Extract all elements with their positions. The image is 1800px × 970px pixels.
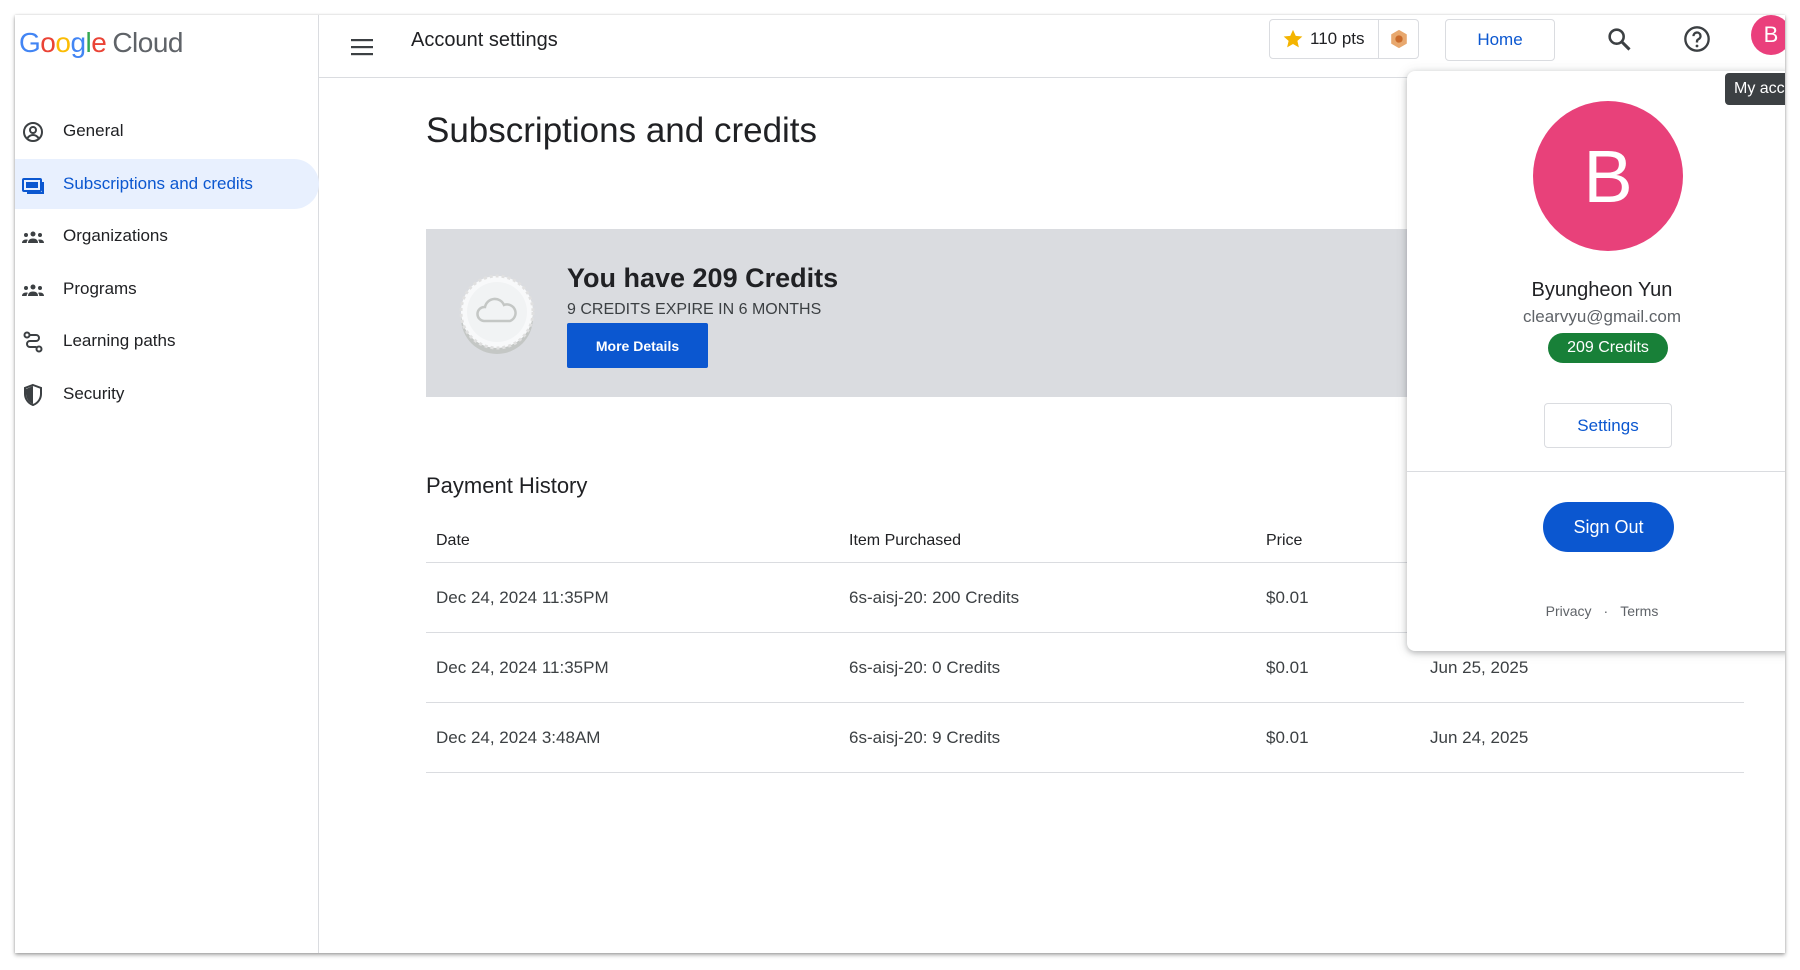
table-row: Dec 24, 2024 3:48AM 6s-aisj-20: 9 Credit… — [426, 703, 1744, 773]
sidebar-item-learning-paths[interactable]: Learning paths — [15, 316, 319, 366]
account-avatar-button[interactable]: B — [1751, 15, 1785, 55]
cell-price: $0.01 — [1266, 587, 1309, 607]
star-icon — [1283, 29, 1303, 48]
sidebar-item-label: Security — [63, 383, 125, 403]
column-header-item: Item Purchased — [849, 531, 962, 549]
column-header-price: Price — [1266, 531, 1303, 549]
hamburger-menu-icon[interactable] — [349, 35, 377, 59]
cell-item: 6s-aisj-20: 200 Credits — [849, 587, 1020, 607]
points-label: 110 pts — [1310, 29, 1365, 48]
settings-button[interactable]: Settings — [1544, 403, 1672, 448]
sidebar-item-security[interactable]: Security — [15, 369, 319, 419]
link-separator: · — [1603, 603, 1609, 619]
page-title: Subscriptions and credits — [426, 111, 818, 150]
privacy-link[interactable]: Privacy — [1546, 603, 1592, 619]
account-tooltip: My acco — [1725, 73, 1785, 105]
column-header-date: Date — [436, 531, 470, 549]
sidebar-item-label: Subscriptions and credits — [63, 173, 253, 193]
cell-date: Dec 24, 2024 11:35PM — [436, 657, 609, 677]
sidebar: Google Cloud General Subscriptions and cr… — [15, 15, 319, 953]
divider — [1407, 471, 1785, 472]
sidebar-item-label: Programs — [63, 278, 137, 298]
sidebar-item-label: Learning paths — [63, 331, 176, 351]
sign-out-button[interactable]: Sign Out — [1543, 502, 1674, 552]
sidebar-item-organizations[interactable]: Organizations — [15, 211, 319, 261]
account-email: clearvyu@gmail.com — [1522, 307, 1682, 326]
credits-badge: 209 Credits — [1548, 333, 1668, 363]
hexagon-badge-icon[interactable] — [1378, 20, 1418, 58]
sidebar-item-label: Organizations — [63, 226, 168, 246]
cell-expiry: Jun 24, 2025 — [1430, 727, 1529, 747]
top-bar: Account settings 110 pts Home B — [319, 15, 1785, 78]
credits-expire-text: 9 CREDITS EXPIRE IN 6 MONTHS — [567, 301, 822, 318]
search-icon[interactable] — [1605, 25, 1633, 53]
footer-links: Privacy · Terms — [1407, 603, 1785, 619]
credits-title: You have 209 Credits — [567, 263, 839, 293]
sidebar-item-programs[interactable]: Programs — [15, 264, 319, 314]
group-icon — [22, 231, 44, 244]
sidebar-item-general[interactable]: General — [15, 106, 319, 156]
payment-history-title: Payment History — [426, 473, 588, 498]
page-heading: Account settings — [411, 29, 558, 51]
account-menu: B Byungheon Yun clearvyu@gmail.com 209 C… — [1407, 71, 1785, 651]
account-name: Byungheon Yun — [1531, 279, 1673, 301]
shield-icon — [24, 383, 42, 407]
cell-date: Dec 24, 2024 11:35PM — [436, 587, 609, 607]
group-icon — [22, 284, 44, 296]
sidebar-item-label: General — [63, 121, 124, 140]
credit-card-icon — [22, 177, 44, 194]
account-menu-avatar: B — [1533, 101, 1683, 251]
sidebar-nav: General Subscriptions and credits Organi… — [15, 106, 319, 422]
cell-price: $0.01 — [1266, 657, 1309, 677]
cloud-coin-icon — [459, 274, 535, 354]
cell-item: 6s-aisj-20: 9 Credits — [849, 727, 1001, 747]
home-button[interactable]: Home — [1445, 19, 1555, 61]
points-badge[interactable]: 110 pts — [1269, 19, 1419, 59]
cell-date: Dec 24, 2024 3:48AM — [436, 727, 601, 747]
help-icon[interactable] — [1683, 25, 1711, 53]
sidebar-item-subscriptions[interactable]: Subscriptions and credits — [15, 158, 319, 209]
more-details-button[interactable]: More Details — [567, 323, 708, 368]
account-circle-icon — [23, 122, 43, 142]
browser-window: Google Cloud General Subscriptions and cr… — [15, 15, 1785, 953]
cell-price: $0.01 — [1266, 727, 1309, 747]
cell-item: 6s-aisj-20: 0 Credits — [849, 657, 1001, 677]
terms-link[interactable]: Terms — [1620, 603, 1658, 619]
route-icon — [23, 331, 43, 353]
google-cloud-logo[interactable]: Google Cloud — [19, 25, 183, 61]
